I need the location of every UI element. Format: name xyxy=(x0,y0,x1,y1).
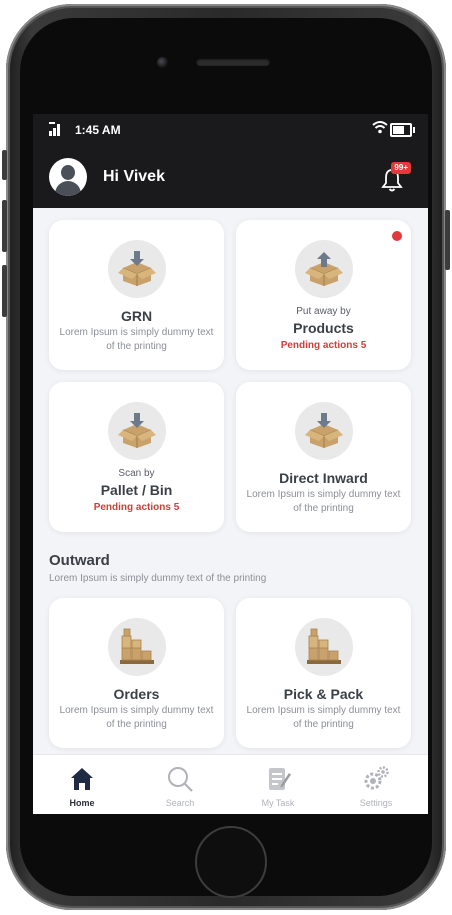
notification-badge: 99+ xyxy=(391,162,411,174)
tab-label: Search xyxy=(165,798,195,808)
tab-home[interactable]: Home xyxy=(33,755,131,814)
volume-up-button xyxy=(2,200,7,252)
section-title: Outward xyxy=(49,552,110,569)
mute-switch xyxy=(2,150,7,180)
tab-search[interactable]: Search xyxy=(131,755,229,814)
put-away-products-card[interactable]: Put away by Products Pending actions 5 xyxy=(236,220,411,370)
card-description: Lorem Ipsum is simply dummy text of the … xyxy=(246,705,401,730)
status-bar: 1:45 AM xyxy=(33,114,428,146)
bottom-tab-bar: Home Search My Task Settings xyxy=(33,754,428,814)
card-title: Direct Inward xyxy=(279,470,368,486)
stacked-boxes-icon xyxy=(107,618,166,676)
card-description: Lorem Ipsum is simply dummy text of the … xyxy=(59,327,214,352)
tab-label: Home xyxy=(69,798,95,808)
orders-card[interactable]: Orders Lorem Ipsum is simply dummy text … xyxy=(49,598,224,748)
card-title: GRN xyxy=(120,308,153,324)
tab-settings[interactable]: Settings xyxy=(327,755,425,814)
stacked-boxes-icon xyxy=(294,618,353,676)
app-screen: 1:45 AM Hi Vivek 99+ GRN Lorem Ipsum is … xyxy=(33,114,428,814)
battery-icon xyxy=(390,123,415,137)
card-title: Pick & Pack xyxy=(283,686,364,702)
power-button xyxy=(445,210,450,270)
scan-pallet-bin-card[interactable]: Scan by Pallet / Bin Pending actions 5 xyxy=(49,382,224,532)
card-title: Orders xyxy=(113,686,160,702)
home-icon xyxy=(71,768,93,790)
signal-icon xyxy=(49,122,60,136)
search-icon xyxy=(168,767,193,792)
card-prefix: Scan by xyxy=(118,468,155,479)
card-prefix: Put away by xyxy=(296,306,351,317)
home-hardware-button[interactable] xyxy=(195,826,267,898)
pending-dot xyxy=(392,231,402,241)
section-subtitle: Lorem Ipsum is simply dummy text of the … xyxy=(49,573,267,584)
tab-my-task[interactable]: My Task xyxy=(229,755,327,814)
settings-icon xyxy=(364,766,389,790)
box-inward-icon xyxy=(107,240,166,298)
earpiece-speaker xyxy=(196,58,270,66)
task-icon xyxy=(269,768,291,790)
dashboard-content: GRN Lorem Ipsum is simply dummy text of … xyxy=(33,208,428,754)
card-description: Lorem Ipsum is simply dummy text of the … xyxy=(59,705,214,730)
tab-label: Settings xyxy=(359,798,393,808)
card-title: Products xyxy=(293,320,354,336)
pending-actions: Pending actions 5 xyxy=(280,340,367,351)
notification-button[interactable]: 99+ xyxy=(381,162,411,192)
wifi-icon xyxy=(372,121,388,134)
status-time: 1:45 AM xyxy=(75,123,121,137)
avatar[interactable] xyxy=(49,158,87,196)
direct-inward-card[interactable]: Direct Inward Lorem Ipsum is simply dumm… xyxy=(236,382,411,532)
app-header: Hi Vivek 99+ xyxy=(33,146,428,208)
pending-actions: Pending actions 5 xyxy=(93,502,180,513)
box-inward-icon xyxy=(294,402,353,460)
box-inward-icon xyxy=(107,402,166,460)
box-outward-icon xyxy=(294,240,353,298)
pick-pack-card[interactable]: Pick & Pack Lorem Ipsum is simply dummy … xyxy=(236,598,411,748)
card-description: Lorem Ipsum is simply dummy text of the … xyxy=(246,489,401,514)
front-camera xyxy=(157,57,168,68)
grn-card[interactable]: GRN Lorem Ipsum is simply dummy text of … xyxy=(49,220,224,370)
volume-down-button xyxy=(2,265,7,317)
greeting-text: Hi Vivek xyxy=(103,168,165,185)
tab-label: My Task xyxy=(261,798,295,808)
card-title: Pallet / Bin xyxy=(100,482,173,498)
